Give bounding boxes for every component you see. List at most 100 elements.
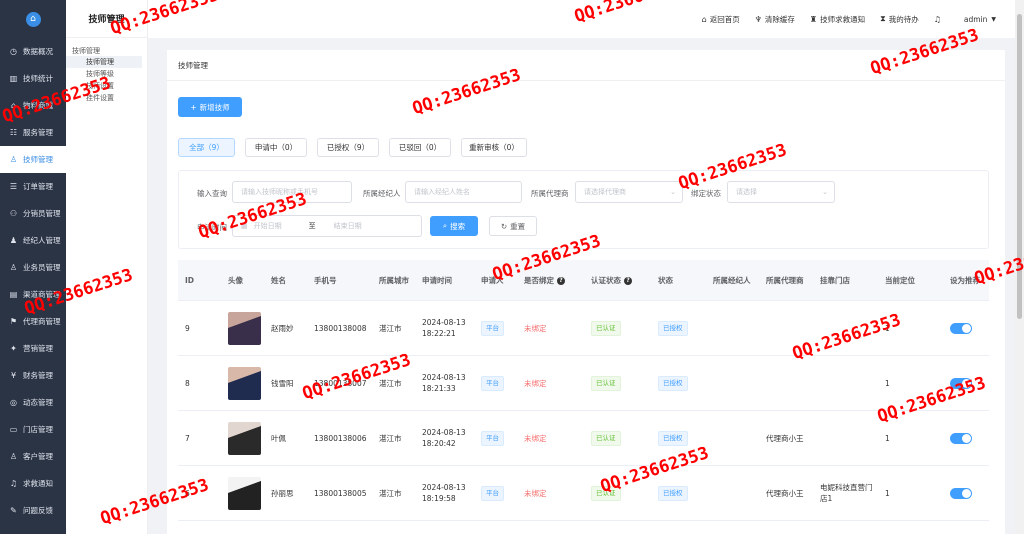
clear-cache-link[interactable]: ♆ 清除缓存 <box>755 14 795 25</box>
search-button[interactable]: ⌕ 搜索 <box>430 216 478 236</box>
reset-label: 重置 <box>510 221 526 231</box>
cert-status-tag: 已认证 <box>591 485 621 501</box>
table-cell: 13800138007 <box>307 378 372 389</box>
avatar[interactable] <box>228 421 261 455</box>
avatar[interactable] <box>228 476 261 510</box>
add-technician-button[interactable]: + 新增技师 <box>178 97 242 117</box>
sidebar-item-7[interactable]: ♟ 经纪人管理 <box>0 227 66 254</box>
table-cell: 已授权 <box>651 320 706 336</box>
home-link[interactable]: ⌂ 返回首页 <box>702 14 740 25</box>
home-link-label: 返回首页 <box>709 14 740 24</box>
sidebar-item-17[interactable]: ✎ 问题反馈 <box>0 497 66 524</box>
column-header-label: 所属代理商 <box>766 275 804 285</box>
sidebar-item-12[interactable]: ¥ 财务管理 <box>0 362 66 389</box>
bind-status: 未绑定 <box>524 378 547 388</box>
sidebar-item-11[interactable]: ✦ 营销管理 <box>0 335 66 362</box>
recommend-toggle[interactable] <box>950 432 972 444</box>
finance-icon: ¥ <box>10 371 17 380</box>
sidebar-item-10[interactable]: ⚑ 代理商管理 <box>0 308 66 335</box>
help-icon[interactable]: ? <box>624 276 632 285</box>
status-tag: 已授权 <box>658 485 688 501</box>
bind-status: 未绑定 <box>524 433 547 443</box>
table-cell: 代理商小王 <box>759 433 813 444</box>
sidebar-item-6[interactable]: ⚇ 分销员管理 <box>0 200 66 227</box>
cell-city: 湛江市 <box>379 323 402 333</box>
tab-rejected[interactable]: 已驳回（0） <box>389 138 451 157</box>
table-cell: 2024-08-13 18:21:33 <box>415 372 474 394</box>
sidebar-item-5[interactable]: ☰ 订单管理 <box>0 173 66 200</box>
tab-all[interactable]: 全部（9） <box>178 138 235 157</box>
table-cell: 平台 <box>474 375 517 391</box>
toggle-knob <box>962 488 971 498</box>
scrollbar-thumb[interactable] <box>1017 14 1022 319</box>
sidebar-item-1[interactable]: ▥ 技师统计 <box>0 65 66 92</box>
sos-notice-link[interactable]: ♜ 技师求救通知 <box>810 14 865 25</box>
sidebar-item-8[interactable]: ♙ 业务员管理 <box>0 254 66 281</box>
table-cell: 13800138008 <box>307 323 372 334</box>
top-bar: ⌂ 返回首页 ♆ 清除缓存 ♜ 技师求救通知 ⧗ 我的待办 ♫ admin ▼ <box>148 0 1024 38</box>
agent-input[interactable]: 请输入经纪人姓名 <box>405 181 522 203</box>
table-cell: 钱雪阳 <box>264 378 307 389</box>
logo[interactable]: ⌂ <box>0 0 66 38</box>
table-cell <box>221 366 264 400</box>
todo-link[interactable]: ⧗ 我的待办 <box>880 14 919 25</box>
sidebar-item-label: 服务管理 <box>23 128 53 137</box>
clock-icon: ◷ <box>10 47 17 56</box>
sidebar-item-label: 营销管理 <box>23 344 53 353</box>
scrollbar[interactable] <box>1015 0 1024 534</box>
recommend-toggle[interactable] <box>950 322 972 334</box>
avatar[interactable] <box>228 366 261 400</box>
column-header-label: 设为推荐 <box>950 275 980 285</box>
calendar-icon: ▦ <box>241 222 248 230</box>
sidebar-item-label: 技师统计 <box>23 74 53 83</box>
table-cell: 6 <box>178 488 221 499</box>
tab-applying[interactable]: 申请中（0） <box>245 138 307 157</box>
table-cell: 已认证 <box>584 375 651 391</box>
sos-notice-label: 技师求救通知 <box>820 14 866 24</box>
cell-location: 1 <box>885 378 890 388</box>
sidebar-item-14[interactable]: ▭ 门店管理 <box>0 416 66 443</box>
query-input[interactable]: 请输入技师昵称或手机号 <box>232 181 352 203</box>
sidebar-item-3[interactable]: ☷ 服务管理 <box>0 119 66 146</box>
sidebar-item-13[interactable]: ◎ 动态管理 <box>0 389 66 416</box>
column-header-label: 申请时间 <box>422 275 452 285</box>
help-icon[interactable]: ? <box>557 276 565 285</box>
table-cell: 代理商小王 <box>759 488 813 499</box>
tab-authorized[interactable]: 已授权（9） <box>317 138 379 157</box>
feedback-icon: ✎ <box>10 506 17 515</box>
proxy-select[interactable]: 请选择代理商 ⌄ <box>575 181 683 203</box>
sidebar-item-15[interactable]: ♙ 客户管理 <box>0 443 66 470</box>
table-cell: 未绑定 <box>517 323 584 334</box>
sidebar-item-16[interactable]: ♫ 求救通知 <box>0 470 66 497</box>
tab-reaudit[interactable]: 重新审核（0） <box>461 138 527 157</box>
notification-button[interactable]: ♫ <box>934 15 944 24</box>
subnav-item-level[interactable]: 技师等级 <box>66 68 147 80</box>
column-header: 是否绑定? <box>517 275 584 286</box>
sidebar-item-4[interactable]: ♙ 技师管理 <box>0 146 66 173</box>
avatar[interactable] <box>228 311 261 345</box>
subnav-item-pendant[interactable]: 挂件设置 <box>66 92 147 104</box>
sidebar-item-0[interactable]: ◷ 数据概况 <box>0 38 66 65</box>
user-menu[interactable]: admin ▼ <box>964 15 996 24</box>
subnav-group[interactable]: 技师管理 <box>66 38 147 56</box>
subnav-title: 技师管理 <box>66 0 147 38</box>
table-cell: 已授权 <box>651 485 706 501</box>
alarm-icon: ♜ <box>809 14 818 24</box>
recommend-toggle[interactable] <box>950 487 972 499</box>
date-range-picker[interactable]: ▦ 开始日期 至 结束日期 <box>232 215 422 237</box>
sidebar-item-9[interactable]: ▤ 渠道商管理 <box>0 281 66 308</box>
sidebar-item-2[interactable]: ⌂ 物料商城 <box>0 92 66 119</box>
user-icon: ♙ <box>9 155 18 164</box>
column-header: 申请人 <box>474 275 517 286</box>
refresh-icon: ↻ <box>500 221 508 231</box>
table-cell: 9 <box>178 323 221 334</box>
subnav-item-settings[interactable]: 技师设置 <box>66 80 147 92</box>
status-tag: 已授权 <box>658 430 688 446</box>
subnav-item-technician[interactable]: 技师管理 <box>66 56 142 68</box>
recommend-toggle[interactable] <box>950 377 972 389</box>
table-cell: 叶佩 <box>264 433 307 444</box>
table-cell <box>943 487 991 499</box>
reset-button[interactable]: ↻ 重置 <box>489 216 537 236</box>
bind-select[interactable]: 请选择 ⌄ <box>727 181 835 203</box>
table-cell: 13800138005 <box>307 488 372 499</box>
